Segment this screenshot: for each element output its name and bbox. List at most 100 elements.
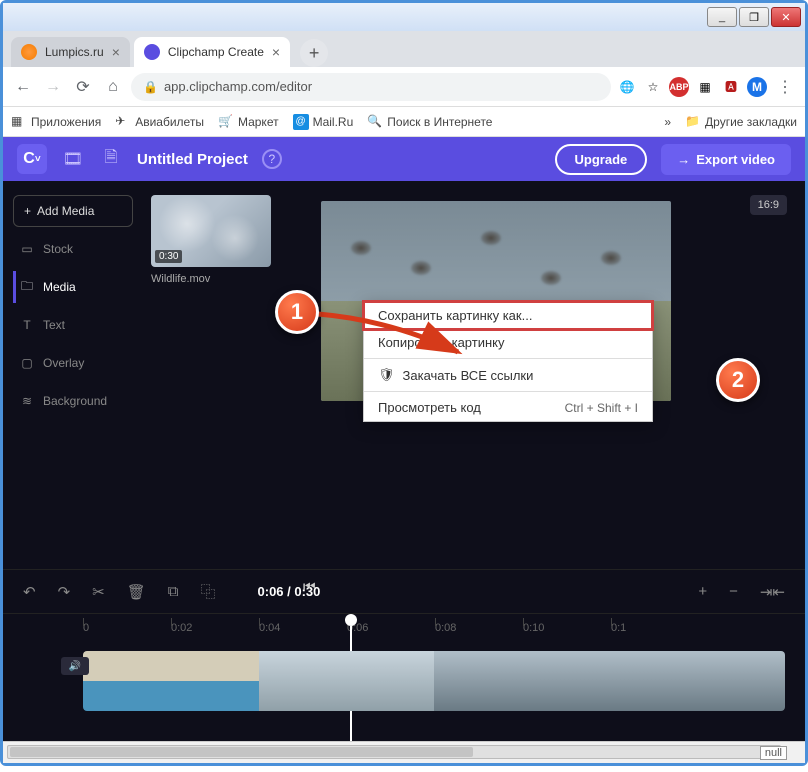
media-panel: 0:30 Wildlife.mov bbox=[143, 181, 303, 569]
app-logo[interactable]: C ˅ bbox=[17, 144, 47, 174]
cart-icon: 🛒 bbox=[218, 114, 234, 130]
app-header: C ˅ 🎞 🗎 Untitled Project ? Upgrade →Expo… bbox=[3, 137, 805, 181]
audio-toggle[interactable]: 🔊 bbox=[61, 657, 89, 675]
context-menu: Сохранить картинку как... Копировать кар… bbox=[363, 301, 653, 422]
ruler-tick: 0:1 bbox=[611, 622, 699, 634]
rail-media[interactable]: 🗀Media bbox=[13, 271, 133, 303]
context-copy-image[interactable]: Копировать картинку bbox=[364, 329, 652, 356]
window-minimize-button[interactable]: _ bbox=[707, 7, 737, 27]
rail-overlay[interactable]: ▢Overlay bbox=[13, 347, 133, 379]
clip-segment[interactable] bbox=[259, 651, 435, 711]
context-separator bbox=[364, 391, 652, 392]
browser-tab-lumpics[interactable]: Lumpics.ru × bbox=[11, 37, 130, 67]
rail-stock[interactable]: ▭Stock bbox=[13, 233, 133, 265]
rail-background[interactable]: ≋Background bbox=[13, 385, 133, 417]
chevron-right-icon[interactable]: » bbox=[664, 115, 671, 129]
ruler-tick: 0:10 bbox=[523, 622, 611, 634]
star-icon[interactable]: ☆ bbox=[643, 77, 663, 97]
ruler-tick: 0:08 bbox=[435, 622, 523, 634]
export-button[interactable]: →Export video bbox=[661, 144, 791, 175]
fit-button[interactable]: ⇥⇤ bbox=[760, 583, 785, 601]
chevron-down-icon: ˅ bbox=[35, 154, 41, 165]
reload-button[interactable]: ⟳ bbox=[71, 75, 95, 99]
playhead[interactable] bbox=[345, 614, 357, 626]
back-button[interactable]: ← bbox=[11, 75, 35, 99]
lock-icon: 🔒 bbox=[143, 80, 158, 94]
address-bar[interactable]: 🔒 app.clipchamp.com/editor bbox=[131, 73, 611, 101]
duplicate-button[interactable]: ⿻ bbox=[201, 581, 216, 602]
overlay-icon: ▢ bbox=[19, 355, 35, 371]
context-download-all[interactable]: 🛡Закачать ВСЕ ссылки bbox=[364, 361, 652, 389]
window-frame: _ ❐ ✕ Lumpics.ru × Clipchamp Create × + … bbox=[0, 0, 808, 766]
zoom-in-button[interactable]: + bbox=[698, 583, 707, 600]
playback-controls: ⏮ bbox=[303, 578, 316, 595]
timeline-ruler[interactable]: 0 0:02 0:04 0:06 0:08 0:10 0:1 bbox=[3, 613, 805, 641]
layers-icon: ≋ bbox=[19, 393, 35, 409]
bookmark-search[interactable]: 🔍Поиск в Интернете bbox=[367, 114, 492, 130]
rail-text[interactable]: TText bbox=[13, 309, 133, 341]
new-tab-button[interactable]: + bbox=[300, 39, 328, 67]
ruler-tick: 0:06 bbox=[347, 622, 435, 634]
window-close-button[interactable]: ✕ bbox=[771, 7, 801, 27]
adblock-icon[interactable]: ABP bbox=[669, 77, 689, 97]
clip-segment[interactable] bbox=[434, 651, 610, 711]
forward-button[interactable]: → bbox=[41, 75, 65, 99]
media-icon: 🗀 bbox=[19, 279, 35, 295]
context-inspect[interactable]: Просмотреть кодCtrl + Shift + I bbox=[364, 394, 652, 421]
video-track[interactable] bbox=[83, 651, 785, 711]
download-icon: 🛡 bbox=[378, 367, 395, 383]
browser-tab-clipchamp[interactable]: Clipchamp Create × bbox=[134, 37, 290, 67]
context-save-image[interactable]: Сохранить картинку как... bbox=[364, 302, 652, 329]
text-icon: T bbox=[19, 317, 35, 333]
window-titlebar: _ ❐ ✕ bbox=[3, 3, 805, 31]
media-thumbnail[interactable]: 0:30 bbox=[151, 195, 271, 267]
scrollbar-thumb[interactable] bbox=[10, 747, 473, 757]
ruler-tick: 0 bbox=[83, 622, 171, 634]
file-icon[interactable]: 🗎 bbox=[99, 147, 123, 171]
window-maximize-button[interactable]: ❐ bbox=[739, 7, 769, 27]
mail-icon: @ bbox=[293, 114, 309, 130]
help-icon[interactable]: ? bbox=[262, 149, 282, 169]
thumbnail-filename: Wildlife.mov bbox=[151, 273, 295, 285]
zoom-out-button[interactable]: − bbox=[729, 583, 738, 600]
app-shell: C ˅ 🎞 🗎 Untitled Project ? Upgrade →Expo… bbox=[3, 137, 805, 741]
undo-button[interactable]: ↶ bbox=[23, 583, 36, 601]
profile-icon[interactable]: M bbox=[747, 77, 767, 97]
pdf-icon[interactable]: 🅰 bbox=[721, 77, 741, 97]
project-title[interactable]: Untitled Project bbox=[137, 151, 248, 168]
shortcut-label: Ctrl + Shift + I bbox=[565, 401, 638, 415]
annotation-marker-1: 1 bbox=[275, 290, 319, 334]
bookmark-other[interactable]: 📁Другие закладки bbox=[685, 114, 797, 130]
clip-segment[interactable] bbox=[610, 651, 786, 711]
menu-icon[interactable]: ⋮ bbox=[773, 75, 797, 99]
bookmark-avia[interactable]: ✈Авиабилеты bbox=[115, 114, 204, 130]
favicon-clipchamp bbox=[144, 44, 160, 60]
cut-button[interactable]: ✂ bbox=[92, 583, 105, 601]
clip-segment[interactable] bbox=[83, 651, 259, 711]
upgrade-button[interactable]: Upgrade bbox=[555, 144, 648, 175]
horizontal-scrollbar[interactable] bbox=[7, 745, 781, 759]
tab-label: Clipchamp Create bbox=[168, 45, 264, 59]
translate-icon[interactable]: 🌐 bbox=[617, 77, 637, 97]
stock-icon: ▭ bbox=[19, 241, 35, 257]
redo-button[interactable]: ↷ bbox=[58, 583, 71, 601]
bookmark-apps[interactable]: ▦Приложения bbox=[11, 114, 101, 130]
prev-frame-button[interactable]: ⏮ bbox=[303, 578, 316, 595]
export-arrow-icon: → bbox=[677, 152, 690, 167]
add-media-button[interactable]: +Add Media bbox=[13, 195, 133, 227]
delete-button[interactable]: 🗑 bbox=[127, 583, 146, 601]
bookmark-mail[interactable]: @Mail.Ru bbox=[293, 114, 354, 130]
bookmark-market[interactable]: 🛒Маркет bbox=[218, 114, 279, 130]
copy-button[interactable]: ⧉ bbox=[168, 583, 179, 600]
extension-icon[interactable]: ▦ bbox=[695, 77, 715, 97]
video-icon[interactable]: 🎞 bbox=[61, 147, 85, 171]
tab-close-icon[interactable]: × bbox=[272, 44, 280, 60]
home-button[interactable]: ⌂ bbox=[101, 75, 125, 99]
tab-close-icon[interactable]: × bbox=[112, 44, 120, 60]
thumbnail-duration: 0:30 bbox=[155, 250, 182, 263]
browser-toolbar: ← → ⟳ ⌂ 🔒 app.clipchamp.com/editor 🌐 ☆ A… bbox=[3, 67, 805, 107]
aspect-ratio-chip[interactable]: 16:9 bbox=[750, 195, 787, 215]
plane-icon: ✈ bbox=[115, 114, 131, 130]
track-area: 🔊 bbox=[3, 641, 805, 741]
context-separator bbox=[364, 358, 652, 359]
